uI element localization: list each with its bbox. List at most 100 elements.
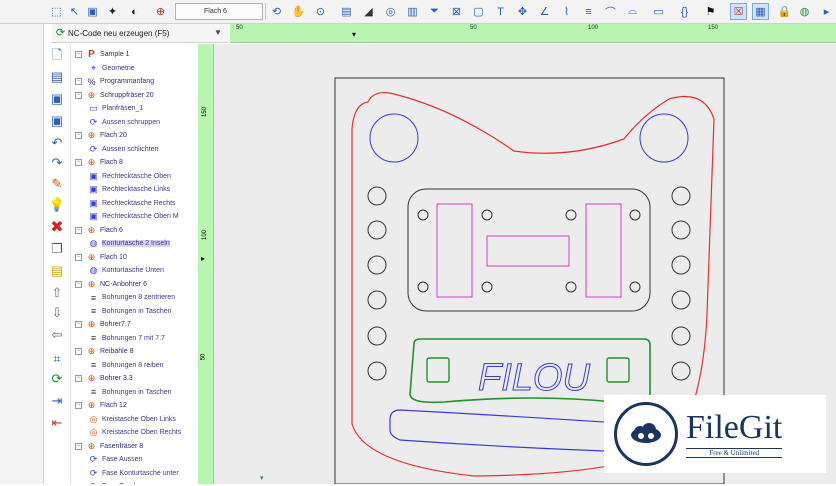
- stop-icon[interactable]: ⊠: [448, 3, 465, 20]
- tree-item[interactable]: − ⊕ NC-Anbohrer 6: [75, 278, 147, 291]
- tree-item[interactable]: ≡ Bohrungen in Taschen: [88, 305, 172, 318]
- undo-icon[interactable]: ↶: [48, 134, 66, 152]
- tree-item[interactable]: − ⊕ Fasenfräser 8: [75, 440, 143, 453]
- expand-toggle-icon[interactable]: −: [75, 78, 82, 85]
- tree-item[interactable]: − ⊕ Bohrer7.7: [75, 318, 131, 331]
- tree-item[interactable]: ▣ Rechtecktasche Links: [88, 183, 170, 196]
- tiles-icon[interactable]: ▥: [404, 3, 421, 20]
- chevron-right-icon[interactable]: ▸: [818, 3, 835, 20]
- chevron-down-icon[interactable]: ▼: [214, 28, 222, 37]
- camera-icon[interactable]: ▦: [752, 3, 769, 20]
- tree-item[interactable]: ▣ Rechtecktasche Rechts: [88, 197, 175, 210]
- lines-icon[interactable]: ≡: [580, 3, 597, 20]
- expand-toggle-icon[interactable]: −: [75, 280, 82, 288]
- target-icon[interactable]: ⊕: [152, 3, 169, 20]
- tree-item[interactable]: ⟳ Fase Aussen: [88, 453, 143, 466]
- tree-item[interactable]: ⌖ Geometrie: [88, 62, 135, 75]
- tree-item[interactable]: − ⊕ Bohrer 3.3: [75, 372, 133, 385]
- save-icon[interactable]: ▣: [48, 90, 66, 108]
- arc-icon[interactable]: ⌓: [624, 3, 641, 20]
- save-as-icon[interactable]: ▣: [48, 112, 66, 130]
- tree-item[interactable]: − ⊕ Schruppfräser 20: [75, 89, 154, 102]
- window-icon[interactable]: ▭: [650, 3, 667, 20]
- pointer-icon[interactable]: ✦: [104, 3, 121, 20]
- expand-toggle-icon[interactable]: −: [75, 348, 82, 355]
- new-file-icon[interactable]: 🗋: [48, 47, 66, 66]
- select-icon[interactable]: ⬚: [48, 3, 65, 20]
- pan-icon[interactable]: ✋: [290, 3, 307, 20]
- expand-toggle-icon[interactable]: −: [75, 402, 82, 409]
- tree-item[interactable]: ▭ Planfräsen_1: [88, 102, 143, 115]
- tree-item[interactable]: ≡ Bohrungen 7 mit 7.7: [88, 332, 165, 345]
- expand-toggle-icon[interactable]: −: [75, 226, 82, 234]
- spiral-icon[interactable]: ◎: [382, 3, 399, 20]
- tree-item[interactable]: − ⊕ Flach 6: [75, 224, 123, 237]
- tree-item[interactable]: ≡ Bohrungen 8 zentrieren: [88, 291, 175, 304]
- tree-item[interactable]: ◎ Kreistasche Oben Links: [88, 413, 176, 426]
- angle-icon[interactable]: ∠: [536, 3, 553, 20]
- redo-icon[interactable]: ↷: [48, 154, 66, 172]
- tool-icon[interactable]: ⌒: [602, 3, 619, 20]
- tree-item[interactable]: − ⊕ Reibahle 8: [75, 345, 133, 358]
- expand-toggle-icon[interactable]: −: [75, 132, 82, 139]
- vise-icon[interactable]: ◢: [360, 3, 377, 20]
- tree-item[interactable]: − P Sample 1: [75, 48, 130, 61]
- expand-toggle-icon[interactable]: −: [75, 51, 82, 58]
- expand-toggle-icon[interactable]: −: [75, 442, 82, 450]
- export-icon[interactable]: ⇤: [48, 414, 66, 432]
- delete-icon[interactable]: ✖: [48, 218, 66, 236]
- arrow-up-icon[interactable]: ⇧: [48, 284, 66, 302]
- import-icon[interactable]: ⇥: [48, 392, 66, 410]
- tree-item[interactable]: ▣ Rechtecktasche Oben M: [88, 210, 178, 223]
- nc-code-bar[interactable]: ⟳ NC-Code neu erzeugen (F5): [52, 24, 228, 43]
- lock-icon[interactable]: 🔒: [776, 3, 793, 20]
- rotate-icon[interactable]: ⟲: [268, 3, 285, 20]
- frame-icon[interactable]: ▢: [470, 3, 487, 20]
- arrow-left-icon[interactable]: ⇦: [48, 326, 66, 344]
- cursor-icon[interactable]: ↖: [66, 3, 83, 20]
- tree-item[interactable]: ◍ Konturtasche Unten: [88, 264, 164, 277]
- image-icon[interactable]: ▣: [84, 3, 101, 20]
- tree-item[interactable]: ◎ Kreistasche Oben Rechts: [88, 426, 182, 439]
- regenerate-small-icon[interactable]: ⟳: [48, 370, 66, 388]
- globe-icon[interactable]: ◍: [796, 3, 813, 20]
- regenerate-icon[interactable]: ⟳: [54, 27, 67, 40]
- tree-item[interactable]: −% Programmanfang: [75, 75, 154, 88]
- tree-item[interactable]: − ⊕ Flach 8: [75, 156, 123, 169]
- tree-item[interactable]: ≡ Bohrungen in Taschen: [88, 386, 172, 399]
- tree-item[interactable]: − ⊕ Flach 12: [75, 399, 127, 412]
- t-icon[interactable]: T: [492, 3, 509, 20]
- contrast-icon[interactable]: ◐: [126, 3, 143, 20]
- bulb-icon[interactable]: 💡: [48, 196, 66, 214]
- flag-icon[interactable]: ⚑: [702, 3, 719, 20]
- expand-toggle-icon[interactable]: −: [75, 321, 82, 328]
- layer-select[interactable]: Flach 6: [175, 3, 263, 20]
- funnel-icon[interactable]: ⏷: [426, 3, 443, 20]
- rect-pocket-left: [436, 203, 473, 298]
- tree-item[interactable]: ▣ Rechtecktasche Oben: [88, 170, 171, 183]
- copy-icon[interactable]: ❐: [48, 240, 66, 258]
- move-icon[interactable]: ✥: [514, 3, 531, 20]
- tree-item[interactable]: − ⊕ Flach 20: [75, 129, 127, 142]
- tree-item[interactable]: ≡ Bohrungen 8 reiben: [88, 359, 164, 372]
- tree-item[interactable]: ⟳ Aussen schlichten: [88, 143, 159, 156]
- tree-item[interactable]: ◍ Konturtasche 2 Inseln: [88, 237, 170, 250]
- tree-item[interactable]: ⟳ Aussen schruppen: [88, 116, 160, 129]
- nc-file-icon[interactable]: ▤: [48, 68, 66, 86]
- close-icon[interactable]: ☒: [730, 3, 747, 20]
- cad-icon[interactable]: ⌗: [48, 350, 66, 368]
- tree-item[interactable]: ⟳Fase Taschen: [88, 480, 146, 484]
- expand-toggle-icon[interactable]: −: [75, 91, 82, 99]
- expand-toggle-icon[interactable]: −: [75, 159, 82, 166]
- arrow-down-icon[interactable]: ⇩: [48, 304, 66, 322]
- pencil-icon[interactable]: ✎: [48, 175, 66, 193]
- view3d-icon[interactable]: ⊙: [312, 3, 329, 20]
- tree-item[interactable]: ⟳ Fase Konturtasche unter: [88, 467, 179, 480]
- tree-item[interactable]: − ⊕ Flach 10: [75, 251, 127, 264]
- knife-icon[interactable]: ⌇: [558, 3, 575, 20]
- expand-toggle-icon[interactable]: −: [75, 375, 82, 382]
- expand-toggle-icon[interactable]: −: [75, 253, 82, 261]
- braces-icon[interactable]: {}: [676, 3, 693, 20]
- measure-icon[interactable]: ▤: [338, 3, 355, 20]
- paste-icon[interactable]: ▤: [48, 262, 66, 280]
